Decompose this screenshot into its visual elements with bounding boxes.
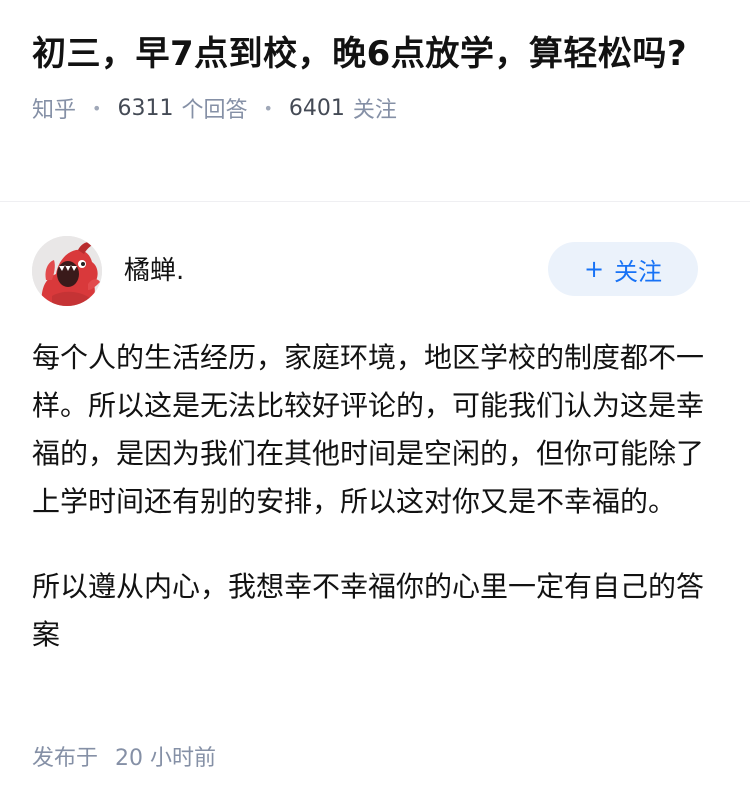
plus-icon: + (583, 255, 605, 283)
answer-card: 橘蝉. + 关注 每个人的生活经历，家庭环境，地区学校的制度都不一样。所以这是无… (0, 202, 750, 771)
answer-paragraph: 所以遵从内心，我想幸不幸福你的心里一定有自己的答案 (32, 570, 705, 651)
follow-button-label: 关注 (614, 257, 663, 286)
answer-footer: 发布于 20 小时前 (32, 740, 216, 772)
source-label[interactable]: 知乎 (32, 92, 76, 124)
avatar-image (32, 236, 102, 306)
published-time: 20 小时前 (115, 746, 217, 771)
question-title[interactable]: 初三，早7点到校，晚6点放学，算轻松吗? (32, 30, 692, 78)
answers-label[interactable]: 个回答 (181, 92, 247, 124)
published-prefix: 发布于 (32, 746, 99, 771)
meta-separator: • (92, 98, 102, 118)
answer-paragraph: 每个人的生活经历，家庭环境，地区学校的制度都不一样。所以这是无法比较好评论的，可… (32, 341, 705, 518)
meta-separator: • (263, 98, 273, 118)
followers-count: 6401 (288, 95, 345, 121)
follow-button[interactable]: + 关注 (548, 242, 698, 296)
answers-count: 6311 (117, 95, 174, 121)
avatar[interactable] (32, 236, 102, 306)
followers-label: 关注 (352, 98, 397, 123)
answer-content[interactable]: 每个人的生活经历，家庭环境，地区学校的制度都不一样。所以这是无法比较好评论的，可… (32, 334, 712, 659)
author-name[interactable]: 橘蝉. (124, 250, 184, 287)
author-row: 橘蝉. + 关注 (0, 202, 750, 306)
question-header: 初三，早7点到校，晚6点放学，算轻松吗? 知乎 • 6311 个回答 • 640… (0, 0, 750, 124)
question-meta: 知乎 • 6311 个回答 • 6401 关注 (32, 92, 718, 124)
